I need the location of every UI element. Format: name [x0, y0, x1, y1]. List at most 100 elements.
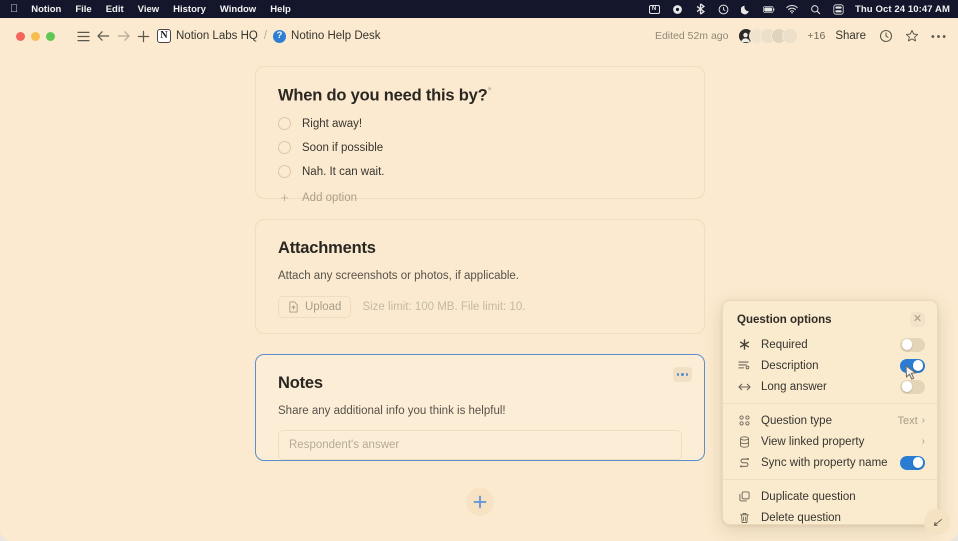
question-title: Notes	[278, 374, 323, 392]
upload-row: Upload Size limit: 100 MB. File limit: 1…	[278, 295, 682, 318]
ellipsis-icon[interactable]	[928, 26, 948, 46]
workspace-icon[interactable]: N	[157, 29, 171, 43]
breadcrumb-page-title[interactable]: Notino Help Desk	[291, 30, 380, 42]
plus-icon: +	[280, 190, 289, 206]
arrow-left-icon[interactable]	[93, 26, 113, 46]
macos-menubar:  Notion File Edit View History Window H…	[0, 0, 958, 18]
popup-row-required[interactable]: Required	[723, 334, 937, 355]
menubar-item-view[interactable]: View	[138, 4, 159, 15]
share-button[interactable]: Share	[831, 28, 870, 44]
question-block-when-needed[interactable]: When do you need this by?* Right away! S…	[255, 66, 705, 204]
edited-timestamp[interactable]: Edited 52m ago	[655, 30, 729, 42]
battery-icon[interactable]	[763, 4, 775, 15]
popup-row-question-type[interactable]: Question type Text ›	[723, 410, 937, 431]
option-row[interactable]: Soon if possible	[278, 141, 682, 155]
new-page-plus-icon[interactable]	[133, 26, 153, 46]
popup-header: Question options ✕	[723, 301, 937, 334]
add-option-label: Add option	[302, 191, 357, 204]
toggle-long-answer[interactable]	[900, 379, 925, 394]
star-icon[interactable]	[902, 26, 922, 46]
question-type-value: Text	[897, 414, 918, 427]
notion-window: N Notion Labs HQ / ? Notino Help Desk Ed…	[0, 18, 958, 541]
menubar-clock[interactable]: Thu Oct 24 10:47 AM	[855, 4, 950, 15]
close-icon[interactable]: ✕	[910, 312, 925, 327]
popup-label-view-linked-property: View linked property	[761, 435, 865, 448]
popup-label-duplicate-question: Duplicate question	[761, 490, 856, 503]
menubar-item-window[interactable]: Window	[220, 4, 256, 15]
toggle-sync-property-name[interactable]	[900, 455, 925, 470]
question-title: Attachments	[278, 239, 376, 257]
menubar-status-area: N Thu Oct 24 10:47 AM	[648, 3, 950, 15]
popup-row-view-linked-property[interactable]: View linked property ›	[723, 431, 937, 452]
popup-row-duplicate-question[interactable]: Duplicate question	[723, 486, 937, 507]
help-desk-icon: ?	[273, 29, 287, 43]
question-block-notes[interactable]: Notes Share any additional info you thin…	[255, 354, 705, 461]
hamburger-menu-icon[interactable]	[73, 26, 93, 46]
file-limit-text: Size limit: 100 MB. File limit: 10.	[362, 300, 526, 313]
block-options-button[interactable]	[673, 367, 692, 382]
popup-label-long-answer: Long answer	[761, 380, 827, 393]
menubar-item-edit[interactable]: Edit	[106, 4, 124, 15]
menubar-item-help[interactable]: Help	[270, 4, 291, 15]
required-marker: *	[487, 85, 492, 97]
upload-button[interactable]: Upload	[278, 295, 352, 318]
collaborator-avatars[interactable]	[737, 28, 798, 44]
popup-label-delete-question: Delete question	[761, 511, 841, 524]
toggle-knob	[901, 339, 913, 350]
chevron-right-icon: ›	[921, 435, 925, 447]
close-window-button[interactable]	[16, 31, 25, 41]
sync-icon	[737, 456, 751, 470]
screen-mirroring-icon[interactable]: N	[648, 4, 660, 15]
arrow-right-icon[interactable]	[113, 26, 133, 46]
control-center-icon[interactable]	[832, 3, 844, 15]
toggle-description[interactable]	[900, 358, 925, 373]
menubar-item-file[interactable]: File	[75, 4, 91, 15]
ellipsis-dot	[685, 373, 689, 376]
moon-icon[interactable]	[740, 4, 752, 15]
popup-row-long-answer[interactable]: Long answer	[723, 376, 937, 397]
option-label: Nah. It can wait.	[302, 165, 385, 178]
search-icon[interactable]	[809, 4, 821, 15]
toggle-knob	[912, 360, 924, 371]
radio-icon[interactable]	[278, 165, 291, 179]
popup-divider	[723, 403, 937, 404]
description-lines-icon	[737, 359, 751, 373]
popup-row-description[interactable]: Description	[723, 355, 937, 376]
breadcrumb: N Notion Labs HQ / ? Notino Help Desk	[157, 29, 381, 43]
popup-row-delete-question[interactable]: Delete question	[723, 507, 937, 525]
question-title: When do you need this by?*	[278, 85, 682, 106]
popup-row-right: ›	[918, 435, 925, 447]
popup-row-sync-property-name[interactable]: Sync with property name	[723, 452, 937, 473]
add-block-button[interactable]	[466, 488, 494, 516]
question-block-attachments[interactable]: Attachments Attach any screenshots or ph…	[255, 219, 705, 334]
radio-icon[interactable]	[278, 141, 291, 155]
question-title-text: When do you need this by?	[278, 86, 488, 105]
wifi-icon[interactable]	[786, 4, 798, 15]
grid-dots-icon	[737, 414, 751, 428]
gear-icon[interactable]	[671, 4, 683, 15]
respondent-answer-input[interactable]: Respondent's answer	[278, 429, 682, 460]
popup-divider	[723, 479, 937, 480]
popup-label-sync-property-name: Sync with property name	[761, 456, 888, 469]
bluetooth-icon[interactable]	[694, 3, 706, 15]
maximize-window-button[interactable]	[46, 31, 55, 41]
question-description: Share any additional info you think is h…	[278, 404, 506, 417]
breadcrumb-workspace[interactable]: Notion Labs HQ	[176, 30, 258, 42]
toggle-required[interactable]	[900, 337, 925, 352]
collaborator-overflow-count[interactable]: +16	[808, 30, 826, 42]
add-option-button[interactable]: + Add option	[278, 191, 682, 204]
radio-icon[interactable]	[278, 117, 291, 131]
option-row[interactable]: Right away!	[278, 117, 682, 131]
clock-icon[interactable]	[876, 26, 896, 46]
minimize-window-button[interactable]	[31, 31, 40, 41]
trash-icon	[737, 511, 751, 525]
option-label: Soon if possible	[302, 141, 384, 154]
popup-row-right	[900, 455, 925, 470]
menubar-item-notion[interactable]: Notion	[31, 4, 61, 15]
apple-icon[interactable]: 	[10, 3, 18, 15]
menubar-item-history[interactable]: History	[173, 4, 206, 15]
option-row[interactable]: Nah. It can wait.	[278, 165, 682, 179]
resize-cursor-icon[interactable]: ↙	[924, 509, 950, 535]
avatar[interactable]	[781, 28, 798, 44]
clock-circle-icon[interactable]	[717, 4, 729, 15]
